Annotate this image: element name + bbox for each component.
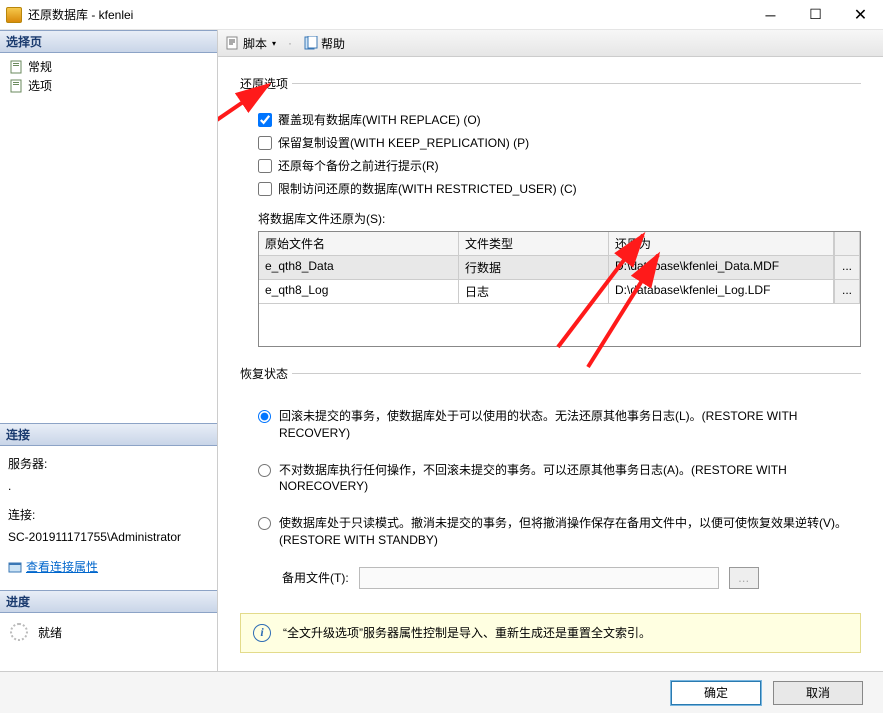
close-button[interactable]: ✕ — [838, 0, 883, 30]
connection-label: 连接: — [8, 505, 209, 527]
minimize-button[interactable]: ─ — [748, 0, 793, 30]
app-icon — [6, 7, 22, 23]
restricted-user-checkbox[interactable] — [258, 182, 272, 196]
view-connection-text: 查看连接属性 — [26, 557, 98, 579]
select-page-header: 选择页 — [0, 30, 217, 53]
script-button[interactable]: 脚本 ▾ — [226, 35, 276, 52]
server-label: 服务器: — [8, 454, 209, 476]
standby-file-label: 备用文件(T): — [282, 569, 349, 586]
maximize-button[interactable]: ☐ — [793, 0, 838, 30]
connection-value: SC-201911171755\Administrator — [8, 527, 209, 549]
cell-type: 日志 — [459, 280, 609, 304]
help-icon — [304, 36, 318, 50]
cancel-button[interactable]: 取消 — [773, 681, 863, 705]
cell-path[interactable]: D:\database\kfenlei_Log.LDF — [609, 280, 834, 304]
left-panel: 选择页 常规 选项 连接 服务器: . 连接: SC-201911171755\… — [0, 30, 218, 671]
info-bar: i “全文升级选项”服务器属性控制是导入、重新生成还是重置全文索引。 — [240, 613, 861, 653]
col-restore-as: 还原为 — [609, 232, 834, 256]
browse-cell-button[interactable]: ... — [834, 280, 860, 304]
script-label: 脚本 — [243, 35, 267, 52]
cell-type: 行数据 — [459, 256, 609, 280]
content-area: 还原选项 覆盖现有数据库(WITH REPLACE) (O) 保留复制设置(WI… — [218, 57, 883, 671]
right-panel: 脚本 ▾ · 帮助 还原选项 覆盖现有数据库(WITH REPLACE) (O)… — [218, 30, 883, 671]
page-label: 选项 — [28, 77, 52, 94]
recovery-state-legend: 恢复状态 — [240, 365, 292, 382]
restore-options-legend: 还原选项 — [240, 75, 292, 92]
cell-path[interactable]: D:\database\kfenlei_Data.MDF — [609, 256, 834, 280]
recovery-radio[interactable] — [258, 410, 271, 423]
restricted-user-label: 限制访问还原的数据库(WITH RESTRICTED_USER) (C) — [278, 180, 577, 197]
norecovery-label: 不对数据库执行任何操作，不回滚未提交的事务。可以还原其他事务日志(A)。(RES… — [279, 462, 861, 496]
page-item-options[interactable]: 选项 — [2, 76, 215, 95]
properties-icon — [8, 560, 22, 574]
recovery-label: 回滚未提交的事务，使数据库处于可以使用的状态。无法还原其他事务日志(L)。(RE… — [279, 408, 861, 442]
keep-replication-label: 保留复制设置(WITH KEEP_REPLICATION) (P) — [278, 134, 529, 151]
info-icon: i — [253, 624, 271, 642]
help-button[interactable]: 帮助 — [304, 35, 345, 52]
toolbar-separator: · — [288, 36, 292, 50]
connection-block: 服务器: . 连接: SC-201911171755\Administrator… — [0, 446, 217, 590]
col-original-name: 原始文件名 — [259, 232, 459, 256]
connection-header: 连接 — [0, 423, 217, 446]
dropdown-icon: ▾ — [272, 39, 276, 48]
progress-status: 就绪 — [38, 624, 62, 641]
restore-as-label: 将数据库文件还原为(S): — [258, 210, 861, 227]
keep-replication-checkbox[interactable] — [258, 136, 272, 150]
standby-browse-button: ... — [729, 567, 759, 589]
view-connection-link[interactable]: 查看连接属性 — [8, 557, 98, 579]
files-grid[interactable]: 原始文件名 文件类型 还原为 e_qth8_Data 行数据 D:\databa… — [258, 231, 861, 347]
toolbar: 脚本 ▾ · 帮助 — [218, 30, 883, 57]
page-label: 常规 — [28, 58, 52, 75]
table-row[interactable]: e_qth8_Log 日志 D:\database\kfenlei_Log.LD… — [259, 280, 860, 304]
page-item-general[interactable]: 常规 — [2, 57, 215, 76]
help-label: 帮助 — [321, 35, 345, 52]
cell-name: e_qth8_Log — [259, 280, 459, 304]
standby-radio[interactable] — [258, 517, 271, 530]
overwrite-checkbox[interactable] — [258, 113, 272, 127]
cell-name: e_qth8_Data — [259, 256, 459, 280]
standby-label: 使数据库处于只读模式。撤消未提交的事务，但将撤消操作保存在备用文件中，以便可使恢… — [279, 515, 861, 549]
progress-spinner-icon — [10, 623, 28, 641]
script-icon — [226, 36, 240, 50]
recovery-state-group: 恢复状态 回滚未提交的事务，使数据库处于可以使用的状态。无法还原其他事务日志(L… — [240, 365, 861, 595]
dialog-footer: 确定 取消 — [0, 671, 883, 713]
overwrite-label: 覆盖现有数据库(WITH REPLACE) (O) — [278, 111, 481, 128]
page-icon — [10, 79, 24, 93]
prompt-checkbox[interactable] — [258, 159, 272, 173]
restore-options-group: 还原选项 覆盖现有数据库(WITH REPLACE) (O) 保留复制设置(WI… — [240, 75, 861, 353]
browse-cell-button[interactable]: ... — [834, 256, 860, 280]
title-bar: 还原数据库 - kfenlei ─ ☐ ✕ — [0, 0, 883, 30]
prompt-label: 还原每个备份之前进行提示(R) — [278, 157, 439, 174]
window-title: 还原数据库 - kfenlei — [28, 6, 748, 23]
progress-header: 进度 — [0, 590, 217, 613]
col-action — [834, 232, 860, 256]
norecovery-radio[interactable] — [258, 464, 271, 477]
standby-file-input — [359, 567, 719, 589]
server-value: . — [8, 476, 209, 498]
info-text: “全文升级选项”服务器属性控制是导入、重新生成还是重置全文索引。 — [283, 624, 651, 641]
grid-empty-area — [259, 304, 860, 346]
ok-button[interactable]: 确定 — [671, 681, 761, 705]
col-file-type: 文件类型 — [459, 232, 609, 256]
page-icon — [10, 60, 24, 74]
table-row[interactable]: e_qth8_Data 行数据 D:\database\kfenlei_Data… — [259, 256, 860, 280]
